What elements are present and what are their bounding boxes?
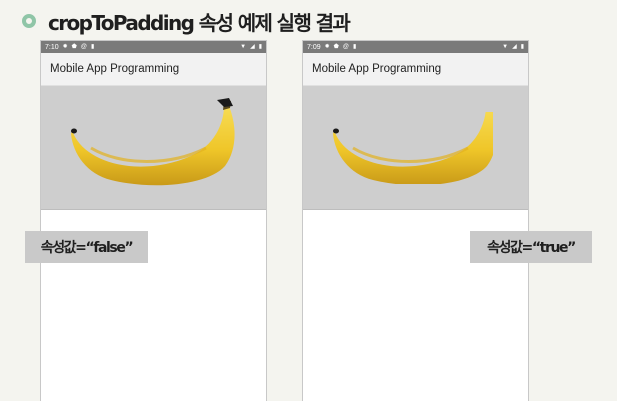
phone-screen-false: 7:10 ✹ ⬟ @ ▮ ▼ ◢ ▮ Mobile App Programmin… (40, 40, 267, 401)
battery-icon: ▮ (520, 44, 524, 50)
banana-image (71, 98, 235, 186)
status-time: 7:09 (307, 43, 321, 51)
wifi-icon: ▼ (240, 44, 247, 50)
caption-true-label: 속성값=“true” (470, 231, 592, 263)
at-icon: @ (80, 44, 87, 50)
slide-title: cropToPadding 속성 예제 실행 결과 (22, 6, 351, 36)
sd-card-icon: ▮ (352, 44, 357, 50)
bullet-circle-icon (22, 14, 36, 28)
status-bar: 7:10 ✹ ⬟ @ ▮ ▼ ◢ ▮ (41, 41, 266, 53)
app-bar: Mobile App Programming (41, 53, 266, 86)
signal-icon: ◢ (512, 44, 517, 50)
at-icon: @ (342, 44, 349, 50)
image-view (303, 86, 528, 210)
battery-icon: ▮ (258, 44, 262, 50)
caption-false-label: 속성값=“false” (25, 231, 148, 263)
shield-icon: ⬟ (71, 44, 77, 50)
wifi-icon: ▼ (502, 44, 509, 50)
gear-icon: ✹ (324, 44, 330, 50)
status-bar: 7:09 ✹ ⬟ @ ▮ ▼ ◢ ▮ (303, 41, 528, 53)
app-bar-title: Mobile App Programming (50, 63, 180, 75)
image-view (41, 86, 266, 210)
banana-image-cropped (333, 112, 493, 184)
phone-screen-true: 7:09 ✹ ⬟ @ ▮ ▼ ◢ ▮ Mobile App Programmin… (302, 40, 529, 401)
signal-icon: ◢ (250, 44, 255, 50)
shield-icon: ⬟ (333, 44, 339, 50)
app-bar-title: Mobile App Programming (312, 63, 442, 75)
sd-card-icon: ▮ (90, 44, 95, 50)
app-bar: Mobile App Programming (303, 53, 528, 86)
status-time: 7:10 (45, 43, 59, 51)
gear-icon: ✹ (62, 44, 68, 50)
slide-title-text: cropToPadding 속성 예제 실행 결과 (48, 10, 351, 35)
